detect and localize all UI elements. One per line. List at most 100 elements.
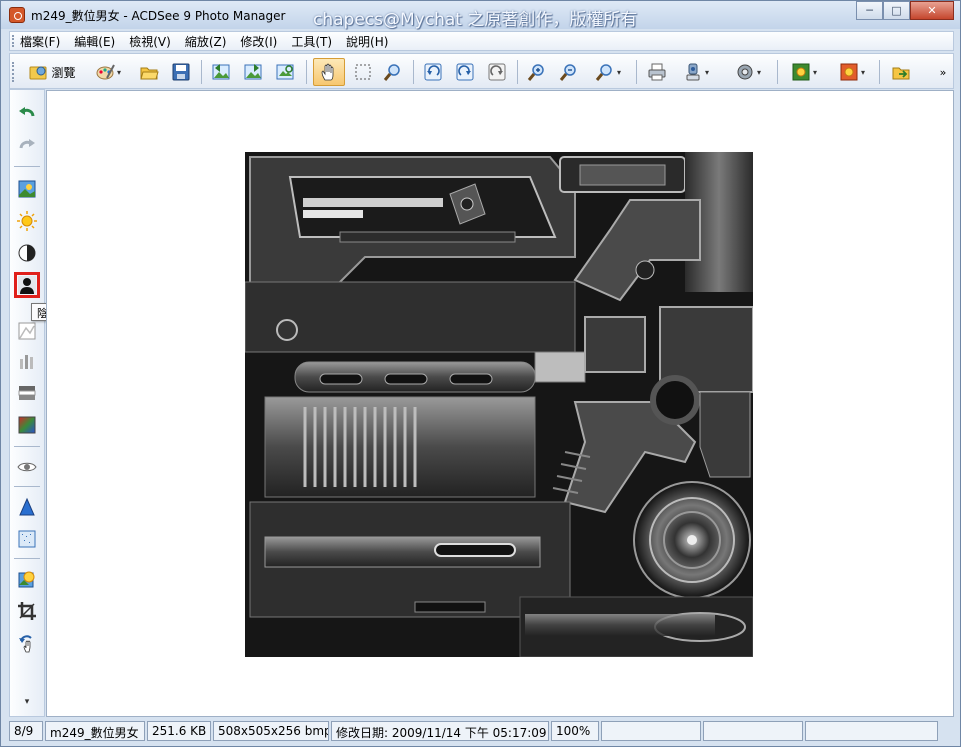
chevron-down-icon[interactable]: ▾	[705, 68, 709, 77]
status-empty-1	[601, 721, 701, 741]
menu-help[interactable]: 說明(H)	[346, 33, 388, 50]
levels-button[interactable]	[14, 318, 40, 344]
toolbar-overflow-button[interactable]: »	[936, 58, 950, 86]
exposure-button[interactable]	[14, 208, 40, 234]
redo-button[interactable]	[14, 132, 40, 158]
levels-icon	[18, 322, 36, 340]
weapon-texture-image	[245, 152, 753, 657]
rotate-left-button[interactable]	[420, 58, 446, 86]
effects-icon	[18, 571, 35, 588]
toolbar-separator	[306, 60, 307, 84]
sidebar-scroll-more-icon[interactable]: ▾	[14, 695, 40, 709]
app-window: m249_數位男女 - ACDSee 9 Photo Manager chape…	[0, 0, 961, 747]
menu-tools[interactable]: 工具(T)	[291, 33, 332, 50]
save-button[interactable]	[168, 58, 194, 86]
rotate-auto-button[interactable]	[484, 58, 510, 86]
chevron-down-icon[interactable]: ▾	[757, 68, 761, 77]
crop-button[interactable]	[14, 598, 40, 624]
shadow-highlight-icon	[18, 276, 36, 294]
rotate-left-icon	[424, 63, 442, 81]
save-icon	[172, 63, 190, 81]
auto-advance-button[interactable]	[272, 58, 298, 86]
hand-pan-button[interactable]	[313, 58, 345, 86]
menu-zoom[interactable]: 縮放(Z)	[185, 33, 227, 50]
chevron-down-icon[interactable]: ▾	[617, 68, 621, 77]
maximize-button[interactable]: □	[883, 1, 910, 20]
menu-grip[interactable]	[12, 35, 15, 47]
undo-button[interactable]	[14, 100, 40, 126]
zoom-in-button[interactable]	[524, 58, 550, 86]
window-title: m249_數位男女 - ACDSee 9 Photo Manager	[31, 9, 286, 23]
chevron-down-icon[interactable]: ▾	[813, 68, 817, 77]
wallpaper-tile-icon	[840, 63, 858, 81]
hand-pan-icon	[321, 63, 334, 81]
next-image-icon	[244, 64, 262, 80]
browse-icon	[29, 66, 47, 80]
zoom-select-button[interactable]: ▾	[588, 58, 628, 86]
toolbar-separator	[413, 60, 414, 84]
zoom-select-icon	[595, 64, 612, 81]
select-marquee-button[interactable]	[350, 58, 376, 86]
toolbar-separator	[517, 60, 518, 84]
red-eye-button[interactable]	[14, 454, 40, 480]
shadow-highlight-button[interactable]	[14, 272, 40, 298]
menu-edit[interactable]: 編輯(E)	[74, 33, 115, 50]
sidebar-separator	[14, 446, 40, 447]
zoom-out-button[interactable]	[556, 58, 582, 86]
rotate-right-button[interactable]	[452, 58, 478, 86]
toolbar-separator	[201, 60, 202, 84]
prev-image-icon	[212, 64, 230, 80]
title-bar[interactable]: m249_數位男女 - ACDSee 9 Photo Manager chape…	[1, 1, 960, 30]
chevron-down-icon[interactable]: ▾	[861, 68, 865, 77]
noise-button[interactable]	[14, 526, 40, 552]
next-image-button[interactable]	[240, 58, 266, 86]
zoom-in-icon	[527, 64, 544, 81]
auto-exposure-button[interactable]	[14, 176, 40, 202]
prev-image-button[interactable]	[208, 58, 234, 86]
menu-bar: 檔案(F) 編輯(E) 檢視(V) 縮放(Z) 修改(I) 工具(T) 說明(H…	[9, 31, 954, 51]
wallpaper-tile-button[interactable]: ▾	[832, 58, 872, 86]
sharpen-button[interactable]	[14, 494, 40, 520]
curves-button[interactable]	[14, 348, 40, 374]
effects-button[interactable]	[14, 566, 40, 592]
minimize-button[interactable]: ─	[856, 1, 883, 20]
status-dimensions: 508x505x256 bmp	[213, 721, 329, 741]
auto-exposure-icon	[18, 180, 36, 198]
noise-icon	[18, 530, 36, 548]
watermark-text: chapecs@Mychat 之原著創作，版權所有	[313, 10, 638, 30]
chevron-down-icon[interactable]: ▾	[117, 68, 121, 77]
edit-tools-sidebar: ▾	[9, 89, 45, 717]
browse-button[interactable]: 瀏覽	[24, 58, 80, 86]
status-empty-2	[703, 721, 803, 741]
audio-button[interactable]: ▾	[728, 58, 768, 86]
undo-icon	[19, 107, 35, 117]
status-index: 8/9	[9, 721, 43, 741]
acquire-button[interactable]: ▾	[676, 58, 716, 86]
color-balance-button[interactable]	[14, 412, 40, 438]
status-bar: 8/9 m249_數位男女 251.6 KB 508x505x256 bmp 修…	[9, 721, 954, 743]
sidebar-separator	[14, 486, 40, 487]
acdsee-app-icon[interactable]	[9, 7, 25, 23]
zoom-out-icon	[559, 64, 576, 81]
print-button[interactable]	[644, 58, 670, 86]
toolbar-separator	[636, 60, 637, 84]
wallpaper-center-icon	[792, 63, 810, 81]
rotate-hand-button[interactable]	[14, 630, 40, 656]
toolbar-separator	[879, 60, 880, 84]
contrast-button[interactable]	[14, 240, 40, 266]
sharpen-icon	[19, 497, 35, 516]
menu-modify[interactable]: 修改(I)	[240, 33, 277, 50]
toolbar-grip[interactable]	[12, 62, 15, 82]
sidebar-separator	[14, 166, 40, 167]
audio-icon	[737, 64, 753, 80]
open-folder-button[interactable]	[136, 58, 162, 86]
edit-palette-button[interactable]: ▾	[88, 58, 128, 86]
image-viewer[interactable]	[46, 90, 954, 717]
menu-view[interactable]: 檢視(V)	[129, 33, 171, 50]
export-button[interactable]	[888, 58, 914, 86]
magnifier-button[interactable]	[380, 58, 406, 86]
menu-file[interactable]: 檔案(F)	[20, 33, 60, 50]
close-button[interactable]: ✕	[910, 1, 954, 20]
histogram-button[interactable]	[14, 380, 40, 406]
wallpaper-center-button[interactable]: ▾	[784, 58, 824, 86]
